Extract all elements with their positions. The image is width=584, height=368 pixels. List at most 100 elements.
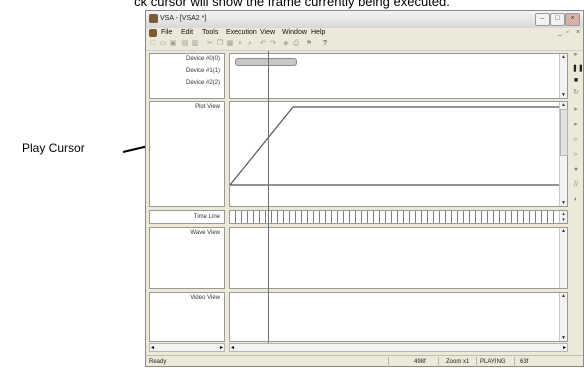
fast-forward-icon[interactable]: ▹ (572, 136, 580, 144)
copy-icon[interactable]: ❐ (216, 40, 224, 48)
stop-icon[interactable]: ■ (572, 77, 580, 85)
redo-icon[interactable]: ↷ (269, 40, 277, 48)
video-view-pane[interactable]: ▲ ▼ (229, 292, 568, 342)
marker-icon[interactable]: // (572, 181, 580, 189)
scroll-down-icon[interactable]: ▼ (560, 200, 567, 206)
scroll-up-icon[interactable]: ▲ (560, 54, 567, 60)
mdi-close-button[interactable]: × (576, 29, 580, 36)
wave-vertical-scrollbar[interactable]: ▲ (559, 228, 567, 288)
import-icon[interactable]: ▤ (181, 40, 189, 48)
device-timeline-bar[interactable] (235, 58, 297, 66)
find-icon[interactable]: ⌕ (246, 40, 254, 48)
status-zoom: Zoom x1 (446, 359, 470, 365)
spin-down-icon[interactable]: ▾ (560, 217, 567, 223)
video-view-label: Video View (190, 295, 220, 301)
forward-icon[interactable]: ▸ (572, 121, 580, 129)
wave-view-label: Wave View (190, 230, 220, 236)
status-current-frame: 63f (520, 359, 529, 365)
time-line-spinner[interactable]: ▴ ▾ (559, 211, 567, 223)
settings-icon[interactable]: ⚑ (305, 40, 313, 48)
scroll-up-icon[interactable]: ▲ (560, 228, 567, 234)
plot-line-ramp (230, 106, 560, 186)
menu-execution[interactable]: Execution (226, 29, 257, 36)
status-frames: 498f (414, 359, 426, 365)
app-icon (149, 14, 158, 23)
main-horizontal-scrollbar[interactable]: ◂ ▸ (229, 343, 568, 352)
print-preview-icon[interactable]: ◈ (282, 40, 290, 48)
wave-view-pane[interactable]: ▲ (229, 227, 568, 289)
scroll-left-icon[interactable]: ◂ (151, 344, 154, 351)
title-bar: VSA - [VSA2 *] – □ × (146, 11, 583, 28)
time-line-label: Time Line (193, 214, 220, 220)
device-label[interactable]: Device #1(1) (186, 68, 220, 74)
scroll-right-icon[interactable]: ▸ (220, 344, 223, 351)
plot-view-label-box: Plot View (149, 101, 225, 207)
plot-curves (230, 106, 560, 186)
delete-icon[interactable]: × (236, 40, 244, 48)
time-line-label-box: Time Line (149, 210, 225, 224)
export-icon[interactable]: ▥ (191, 40, 199, 48)
scroll-down-icon[interactable]: ▼ (560, 92, 567, 98)
document-icon (149, 29, 157, 37)
time-line-ruler[interactable]: ▴ ▾ (229, 210, 568, 224)
play-cursor[interactable] (268, 51, 269, 343)
device-list: Device #0(0) Device #1(1) Device #2(2) (149, 53, 225, 99)
menu-bar: File Edit Tools Execution View Window He… (146, 28, 583, 39)
scrollbar-thumb[interactable] (560, 109, 568, 156)
new-icon[interactable]: □ (149, 40, 157, 48)
video-view-label-box: Video View (149, 292, 225, 342)
menu-edit[interactable]: Edit (181, 29, 193, 36)
menu-file[interactable]: File (161, 29, 172, 36)
cut-icon[interactable]: ✂ (206, 40, 214, 48)
plot-vertical-scrollbar[interactable]: ▲ ▼ (559, 102, 568, 206)
scroll-up-icon[interactable]: ▲ (560, 102, 567, 108)
save-icon[interactable]: ▣ (169, 40, 177, 48)
label-horizontal-scrollbar[interactable]: ◂ ▸ (149, 343, 225, 352)
status-state: PLAYING (480, 359, 506, 365)
scroll-right-icon[interactable]: ▸ (563, 344, 566, 351)
wave-view-label-box: Wave View (149, 227, 225, 289)
menu-window[interactable]: Window (282, 29, 307, 36)
status-ready: Ready (149, 359, 167, 365)
mdi-restore-button[interactable]: ▫ (566, 29, 568, 36)
scroll-left-icon[interactable]: ◂ (231, 344, 234, 351)
pause-icon[interactable]: ❚❚ (572, 65, 584, 73)
window-title: VSA - [VSA2 *] (160, 15, 207, 22)
scroll-up-icon[interactable]: ▲ (560, 293, 567, 299)
skip-icon[interactable]: ▹ (572, 151, 580, 159)
help-icon[interactable]: ? (321, 40, 329, 48)
status-separator (514, 357, 515, 367)
loop-icon[interactable]: ↻ (572, 89, 580, 97)
mdi-minimize-button[interactable]: _ (558, 29, 562, 36)
device-label[interactable]: Device #2(2) (186, 80, 220, 86)
close-button[interactable]: × (565, 13, 580, 26)
play-cursor-label: Play Cursor (22, 141, 85, 155)
mute-icon[interactable]: ◐ (572, 196, 580, 204)
menu-help[interactable]: Help (311, 29, 325, 36)
device-timeline-pane[interactable]: ▲ ▼ (229, 53, 568, 99)
plot-view-label: Plot View (195, 104, 220, 110)
play-icon[interactable]: ▸ (572, 106, 580, 114)
device-vertical-scrollbar[interactable]: ▲ ▼ (559, 54, 567, 98)
status-separator (476, 357, 477, 367)
status-separator (388, 357, 389, 367)
step-icon[interactable]: ▸ (572, 51, 580, 59)
undo-icon[interactable]: ↶ (259, 40, 267, 48)
app-window: VSA - [VSA2 *] – □ × File Edit Tools Exe… (145, 10, 584, 367)
video-vertical-scrollbar[interactable]: ▲ ▼ (559, 293, 567, 341)
open-icon[interactable]: ▭ (159, 40, 167, 48)
record-icon[interactable]: ● (572, 166, 580, 174)
status-separator (438, 357, 439, 367)
scroll-down-icon[interactable]: ▼ (560, 335, 567, 341)
device-label[interactable]: Device #0(0) (186, 56, 220, 62)
toolbar: □ ▭ ▣ ▤ ▥ ✂ ❐ ▦ × ⌕ ↶ ↷ ◈ ⎙ ⚑ ? (146, 39, 583, 51)
plot-view-pane[interactable]: ▲ ▼ (229, 101, 568, 207)
minimize-button[interactable]: – (535, 13, 550, 26)
print-icon[interactable]: ⎙ (292, 40, 300, 48)
menu-view[interactable]: View (260, 29, 275, 36)
paste-icon[interactable]: ▦ (226, 40, 234, 48)
menu-tools[interactable]: Tools (202, 29, 218, 36)
status-bar: Ready 498f Zoom x1 PLAYING 63f (146, 355, 583, 368)
side-toolbar: ▸ ❚❚ ■ ↻ ▸ ▸ ▹ ▹ ● // ◐ (569, 51, 584, 351)
maximize-button[interactable]: □ (550, 13, 565, 26)
